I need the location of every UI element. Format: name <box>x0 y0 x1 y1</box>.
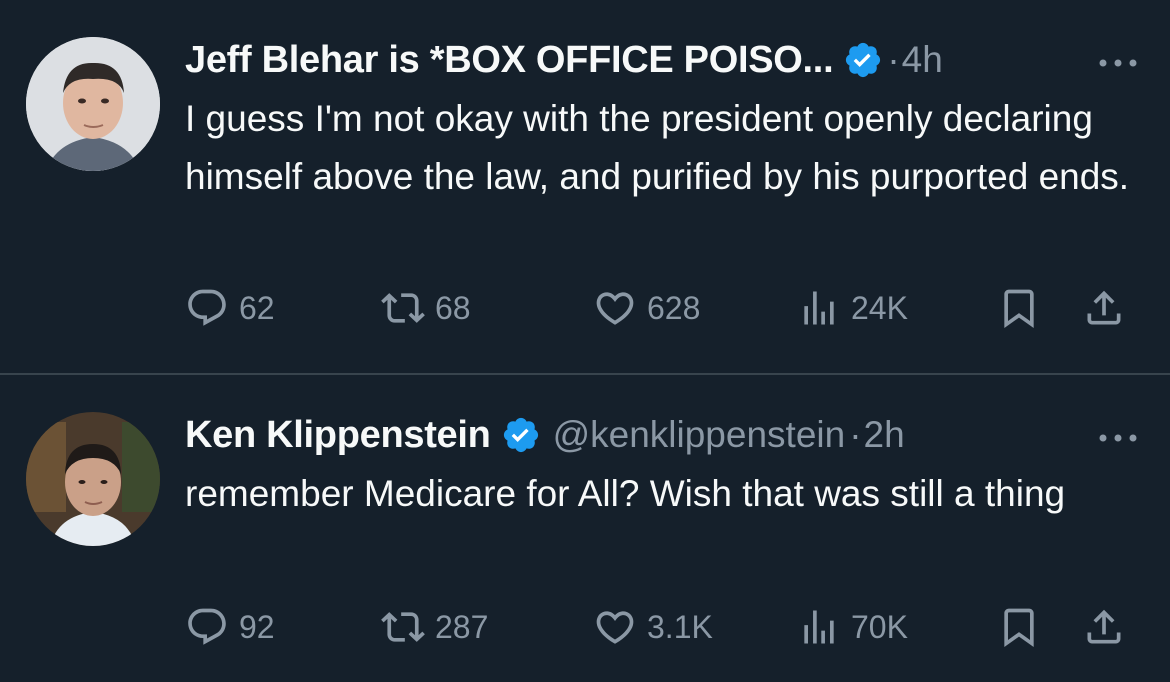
retweet-button[interactable]: 287 <box>381 601 488 653</box>
verified-badge-icon <box>843 40 883 80</box>
reply-icon <box>188 289 226 326</box>
views-button[interactable]: 24K <box>797 282 908 334</box>
timestamp[interactable]: 2h <box>864 414 905 456</box>
reply-button[interactable]: 62 <box>185 282 275 334</box>
verified-badge-icon <box>501 415 541 455</box>
share-button[interactable] <box>1082 282 1136 334</box>
reply-button[interactable]: 92 <box>185 601 275 653</box>
more-icon[interactable] <box>1098 55 1138 67</box>
separator-dot: · <box>849 414 862 455</box>
reply-count: 92 <box>239 608 275 645</box>
heart-icon <box>596 292 634 325</box>
avatar[interactable] <box>26 412 160 546</box>
separator-dot: · <box>887 39 900 80</box>
author-handle[interactable]: @kenklippenstein <box>553 414 846 456</box>
tweet-header: Ken Klippenstein @kenklippenstein · 2h <box>185 411 905 459</box>
reply-icon <box>188 608 226 645</box>
like-button[interactable]: 628 <box>593 282 700 334</box>
tweet[interactable]: Ken Klippenstein @kenklippenstein · 2h r… <box>0 375 1170 682</box>
share-button[interactable] <box>1082 601 1136 653</box>
heart-icon <box>596 611 634 644</box>
author-name[interactable]: Jeff Blehar is *BOX OFFICE POISO... <box>185 39 834 82</box>
tweet-text: I guess I'm not okay with the president … <box>185 98 1130 197</box>
bookmark-button[interactable] <box>997 282 1051 334</box>
bookmark-icon <box>1004 289 1034 329</box>
retweet-count: 287 <box>435 608 489 645</box>
share-icon <box>1087 609 1121 644</box>
action-bar: 92 287 3.1K 70K <box>185 601 1145 653</box>
like-button[interactable]: 3.1K <box>593 601 713 653</box>
views-button[interactable]: 70K <box>797 601 908 653</box>
retweet-icon <box>381 612 425 642</box>
bookmark-icon <box>1004 608 1034 648</box>
reply-count: 62 <box>239 289 275 326</box>
like-count: 628 <box>647 289 701 326</box>
tweet-text: remember Medicare for All? Wish that was… <box>185 473 1066 514</box>
timestamp[interactable]: 4h <box>902 39 943 81</box>
views-count: 24K <box>851 289 908 326</box>
like-count: 3.1K <box>647 608 713 645</box>
views-count: 70K <box>851 608 908 645</box>
action-bar: 62 68 628 24K <box>185 282 1145 334</box>
views-icon <box>804 291 834 325</box>
retweet-button[interactable]: 68 <box>381 282 471 334</box>
retweet-count: 68 <box>435 289 471 326</box>
more-icon[interactable] <box>1098 430 1138 442</box>
views-icon <box>804 610 834 644</box>
author-name[interactable]: Ken Klippenstein <box>185 414 491 457</box>
avatar[interactable] <box>26 37 160 171</box>
tweet-header: Jeff Blehar is *BOX OFFICE POISO... · 4h <box>185 36 943 84</box>
tweet[interactable]: Jeff Blehar is *BOX OFFICE POISO... · 4h… <box>0 0 1170 373</box>
retweet-icon <box>381 293 425 323</box>
share-icon <box>1087 290 1121 325</box>
bookmark-button[interactable] <box>997 601 1051 653</box>
